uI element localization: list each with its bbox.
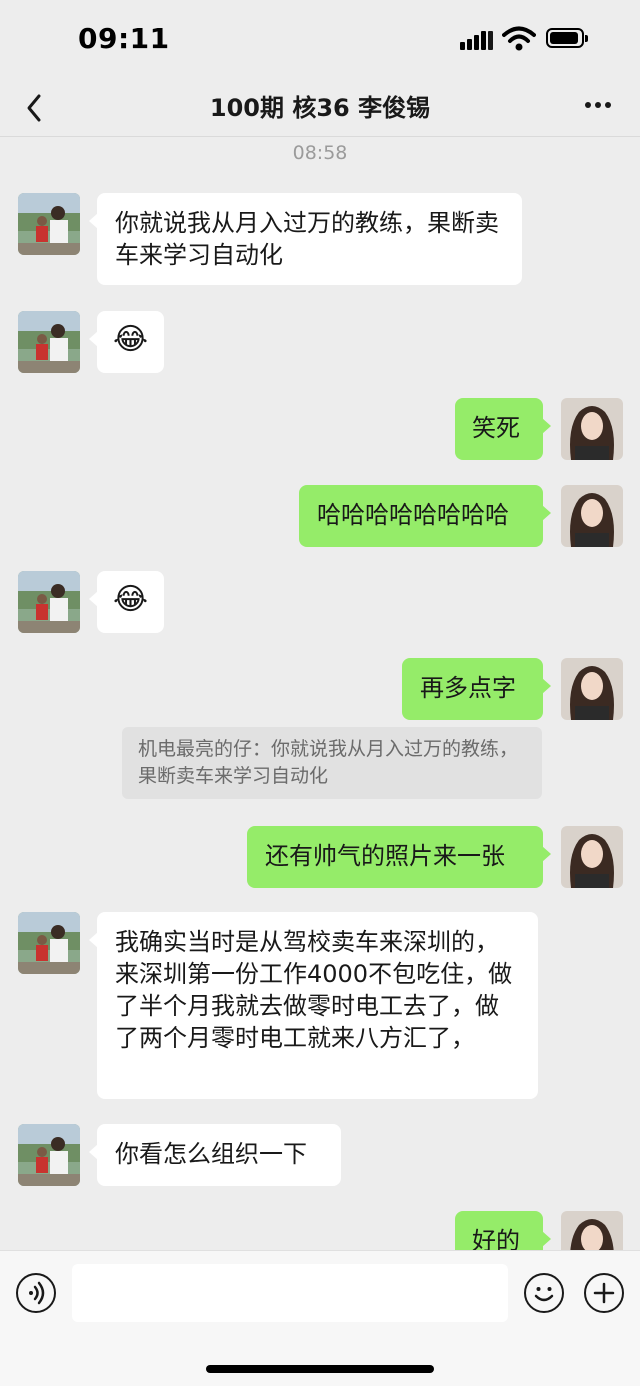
wifi-icon: [502, 26, 536, 52]
contact-avatar[interactable]: [18, 1124, 80, 1186]
laughing-emoji: 😂: [113, 322, 149, 357]
laughing-emoji: 😂: [113, 582, 149, 617]
message-text: 还有帅气的照片来一张: [265, 842, 505, 870]
message-bubble-outgoing[interactable]: 哈哈哈哈哈哈哈哈: [299, 485, 551, 547]
status-time: 09:11: [78, 22, 170, 55]
my-avatar[interactable]: [561, 658, 623, 720]
message-text: 你看怎么组织一下: [115, 1140, 307, 1168]
message-bubble-incoming[interactable]: 😂: [89, 311, 164, 373]
my-avatar[interactable]: [561, 485, 623, 547]
message-text: 再多点字: [420, 674, 516, 702]
message-text: 笑死: [472, 414, 520, 442]
cellular-signal-icon: [460, 30, 494, 50]
contact-avatar[interactable]: [18, 193, 80, 255]
message-bubble-outgoing[interactable]: 笑死: [455, 398, 551, 460]
battery-icon: [546, 28, 588, 48]
my-avatar[interactable]: [561, 398, 623, 460]
voice-icon[interactable]: [16, 1273, 56, 1313]
contact-avatar[interactable]: [18, 912, 80, 974]
message-text: 我确实当时是从驾校卖车来深圳的，来深圳第一份工作4000不包吃住，做了半个月我就…: [115, 928, 513, 1052]
quoted-text: 机电最亮的仔：你就说我从月入过万的教练，果断卖车来学习自动化: [138, 738, 519, 787]
emoji-icon[interactable]: [524, 1273, 564, 1313]
message-bubble-outgoing[interactable]: 再多点字: [402, 658, 551, 720]
quoted-message[interactable]: 机电最亮的仔：你就说我从月入过万的教练，果断卖车来学习自动化: [122, 727, 542, 799]
chat-header: 100期 核36 李俊锡: [0, 80, 640, 137]
message-input[interactable]: [72, 1264, 508, 1322]
my-avatar[interactable]: [561, 826, 623, 888]
more-options-icon[interactable]: [580, 90, 616, 120]
contact-avatar[interactable]: [18, 571, 80, 633]
plus-icon[interactable]: [584, 1273, 624, 1313]
message-text: 哈哈哈哈哈哈哈哈: [317, 501, 509, 529]
message-bubble-incoming[interactable]: 我确实当时是从驾校卖车来深圳的，来深圳第一份工作4000不包吃住，做了半个月我就…: [89, 912, 538, 1099]
message-bubble-outgoing[interactable]: 还有帅气的照片来一张: [247, 826, 551, 888]
home-indicator[interactable]: [206, 1365, 434, 1373]
message-bubble-incoming[interactable]: 你看怎么组织一下: [89, 1124, 341, 1186]
message-bubble-incoming[interactable]: 你就说我从月入过万的教练，果断卖车来学习自动化: [89, 193, 522, 285]
status-bar: 09:11: [0, 0, 640, 80]
message-timestamp: 08:58: [292, 142, 348, 164]
contact-avatar[interactable]: [18, 311, 80, 373]
message-text: 你就说我从月入过万的教练，果断卖车来学习自动化: [115, 209, 499, 269]
chat-input-bar: [0, 1250, 640, 1386]
message-bubble-incoming[interactable]: 😂: [89, 571, 164, 633]
chat-title: 100期 核36 李俊锡: [209, 94, 431, 122]
